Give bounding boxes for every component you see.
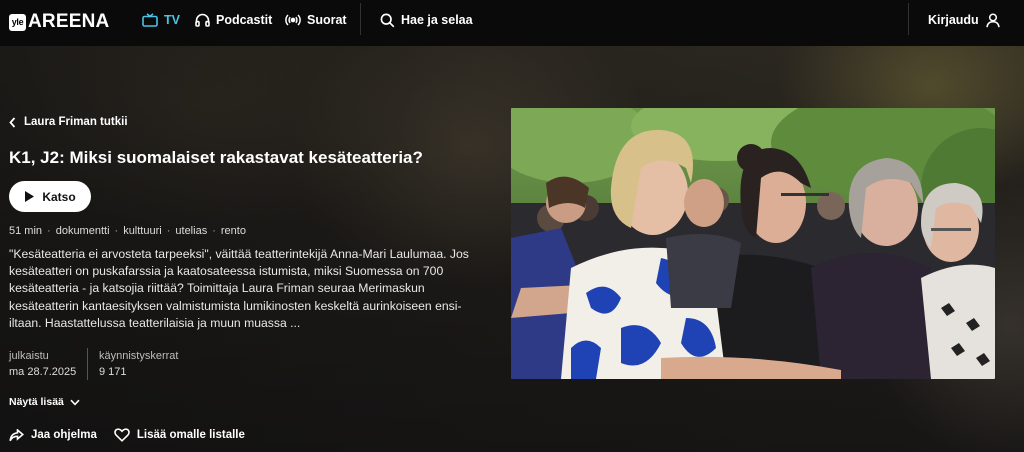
mood-tag: rento [220,225,246,237]
play-count-value: 9 171 [99,366,127,378]
tag-separator: · [114,225,119,237]
program-hero: Laura Friman tutkii K1, J2: Miksi suomal… [0,46,1024,452]
tv-icon [142,13,158,27]
broadcast-icon [285,14,301,26]
show-more-button[interactable]: Näytä lisää [9,396,80,408]
genre-tag: dokumentti [55,225,110,237]
nav-tv-label: TV [164,13,180,27]
play-count-info: käynnistyskerrat 9 171 [99,348,178,380]
series-breadcrumb[interactable]: Laura Friman tutkii [9,116,128,128]
top-navigation: yle AREENA TV Podcastit Suorat Hae ja se… [0,0,1024,46]
login-label: Kirjaudu [928,13,979,27]
heart-icon [114,428,130,442]
audience-photo [511,108,995,379]
nav-tv[interactable]: TV [142,11,180,29]
play-button[interactable]: Katso [9,181,91,212]
episode-description: "Kesäteatteria ei arvosteta tarpeeksi", … [9,247,469,330]
add-to-list-button[interactable]: Lisää omalle listalle [114,428,245,442]
areena-logo-text: AREENA [28,11,110,32]
episode-tags: 51 min · dokumentti · kulttuuri · utelia… [9,225,246,237]
episode-actions: Jaa ohjelma Lisää omalle listalle [9,428,262,442]
play-icon [25,191,35,202]
play-count-label: käynnistyskerrat [99,350,179,362]
add-to-list-label: Lisää omalle listalle [136,429,245,441]
nav-search[interactable]: Hae ja selaa [380,11,473,29]
nav-divider [360,3,361,35]
meta-divider [87,348,88,380]
nav-live-label: Suorat [307,13,347,27]
episode-title: K1, J2: Miksi suomalaiset rakastavat kes… [9,148,423,167]
show-more-label: Näytä lisää [9,396,64,408]
user-icon [985,12,1000,27]
yle-logo-badge: yle [9,13,26,31]
published-date: ma 28.7.2025 [9,366,77,378]
yle-areena-logo[interactable]: yle AREENA [9,11,109,33]
mood-tag: utelias [175,225,208,237]
chevron-left-icon [9,116,16,128]
nav-search-label: Hae ja selaa [401,13,473,27]
category-tag: kulttuuri [123,225,162,237]
share-icon [9,428,24,441]
duration-tag: 51 min [9,225,43,237]
tag-separator: · [166,225,171,237]
tag-separator: · [212,225,216,237]
search-icon [380,13,395,27]
play-label: Katso [42,189,76,204]
tag-separator: · [47,225,51,237]
published-info: julkaistu ma 28.7.2025 [9,348,76,380]
login-button[interactable]: Kirjaudu [928,11,1006,29]
episode-thumbnail[interactable] [511,108,995,379]
series-name: Laura Friman tutkii [24,116,128,128]
share-label: Jaa ohjelma [31,429,97,441]
nav-podcasts[interactable]: Podcastit [195,11,272,29]
nav-live[interactable]: Suorat [285,11,347,29]
share-button[interactable]: Jaa ohjelma [9,428,97,442]
nav-divider-right [908,3,909,35]
chevron-down-icon [70,399,80,406]
headphones-icon [195,13,210,27]
nav-podcasts-label: Podcastit [216,13,273,27]
published-label: julkaistu [9,350,49,362]
